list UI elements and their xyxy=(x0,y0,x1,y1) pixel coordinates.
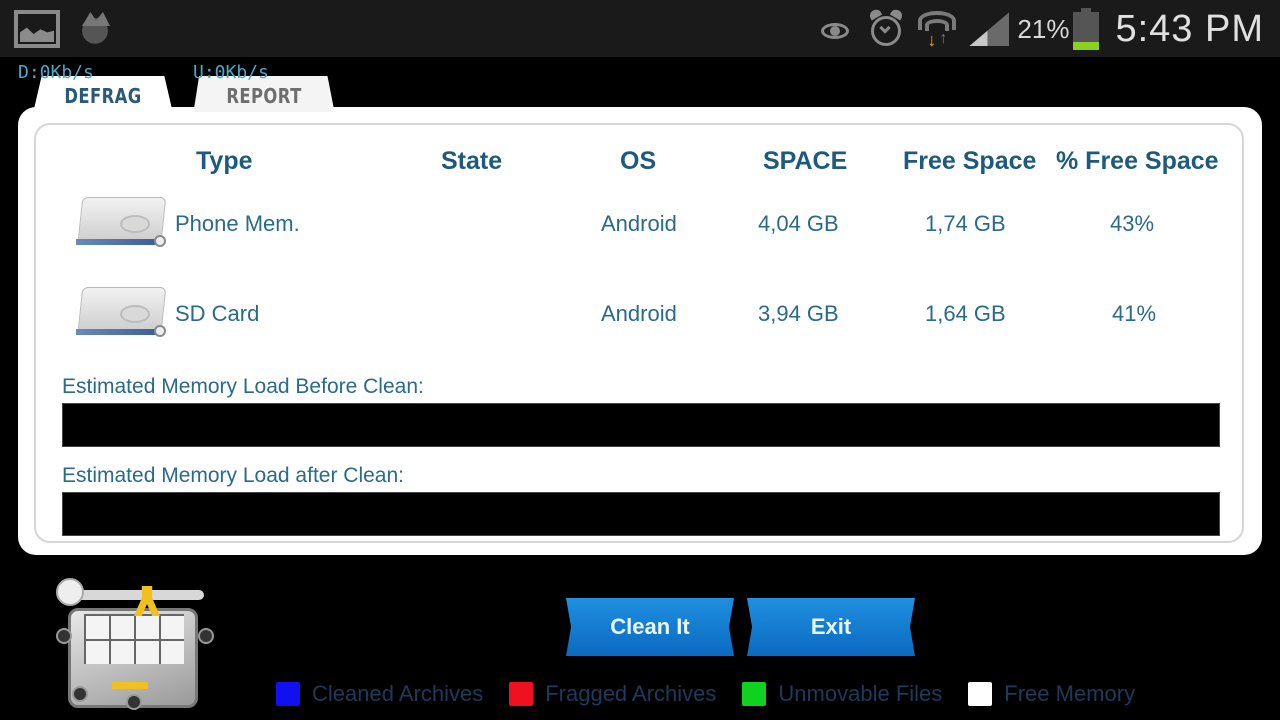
legend-label: Unmovable Files xyxy=(778,681,943,706)
column-header-pct-free-space: % Free Space xyxy=(1056,147,1219,175)
drive-table: Type State OS SPACE Free Space % Free Sp… xyxy=(34,123,1244,543)
legend-item-free-memory: Free Memory xyxy=(968,681,1135,707)
memory-load-before-bar xyxy=(62,403,1220,447)
drive-space: 4,04 GB xyxy=(758,211,839,236)
drive-icon xyxy=(76,285,168,341)
drive-type: Phone Mem. xyxy=(175,211,300,236)
column-header-state: State xyxy=(441,147,503,175)
legend-swatch xyxy=(276,682,300,706)
legend-label: Free Memory xyxy=(1004,681,1136,706)
battery-percent: 21% xyxy=(1017,13,1070,44)
gallery-icon xyxy=(14,10,60,48)
drive-free-space: 1,74 GB xyxy=(925,211,1006,236)
legend-item-unmovable-files: Unmovable Files xyxy=(742,681,942,707)
clock: 5:43 PM xyxy=(1115,7,1264,50)
legend-swatch xyxy=(968,682,993,706)
column-header-os: OS xyxy=(620,147,657,175)
legend-item-fragged-archives: Fragged Archives xyxy=(509,681,716,707)
eye-icon xyxy=(815,16,855,42)
column-header-space: SPACE xyxy=(763,147,848,175)
drive-pct-free: 43% xyxy=(1110,211,1155,236)
legend-item-cleaned-archives: Cleaned Archives xyxy=(276,681,483,707)
upload-speed: U:0Kb/s xyxy=(193,62,269,83)
drive-icon xyxy=(76,195,168,251)
drive-pct-free: 41% xyxy=(1112,301,1157,326)
drive-os: Android xyxy=(601,301,677,326)
drive-free-space: 1,64 GB xyxy=(925,301,1006,326)
memory-load-before-label: Estimated Memory Load Before Clean: xyxy=(62,375,424,398)
clean-it-button[interactable]: Clean It xyxy=(566,598,734,656)
drive-space: 3,94 GB xyxy=(758,301,839,326)
defrag-logo-icon xyxy=(50,574,220,714)
defrag-panel: Type State OS SPACE Free Space % Free Sp… xyxy=(18,107,1262,555)
signal-icon xyxy=(969,12,1010,46)
memory-load-after-bar xyxy=(62,492,1220,536)
legend-swatch xyxy=(742,682,767,706)
status-bar: ↓ ↑ 21% 5:43 PM xyxy=(0,0,1280,57)
legend-swatch xyxy=(509,682,534,706)
download-speed: D:0Kb/s xyxy=(18,62,94,83)
legend-label: Cleaned Archives xyxy=(312,681,484,706)
column-header-free-space: Free Space xyxy=(903,147,1037,175)
alarm-icon xyxy=(867,7,905,48)
app-notification-icon xyxy=(76,10,114,48)
exit-button[interactable]: Exit xyxy=(747,598,915,656)
drive-os: Android xyxy=(601,211,677,236)
memory-load-after-label: Estimated Memory Load after Clean: xyxy=(62,464,404,487)
legend: Cleaned Archives Fragged Archives Unmova… xyxy=(276,681,1161,707)
wifi-icon: ↓ ↑ xyxy=(917,9,957,49)
drive-type: SD Card xyxy=(175,301,260,326)
battery-icon xyxy=(1073,8,1100,50)
legend-label: Fragged Archives xyxy=(545,681,717,706)
column-header-type: Type xyxy=(196,147,253,175)
